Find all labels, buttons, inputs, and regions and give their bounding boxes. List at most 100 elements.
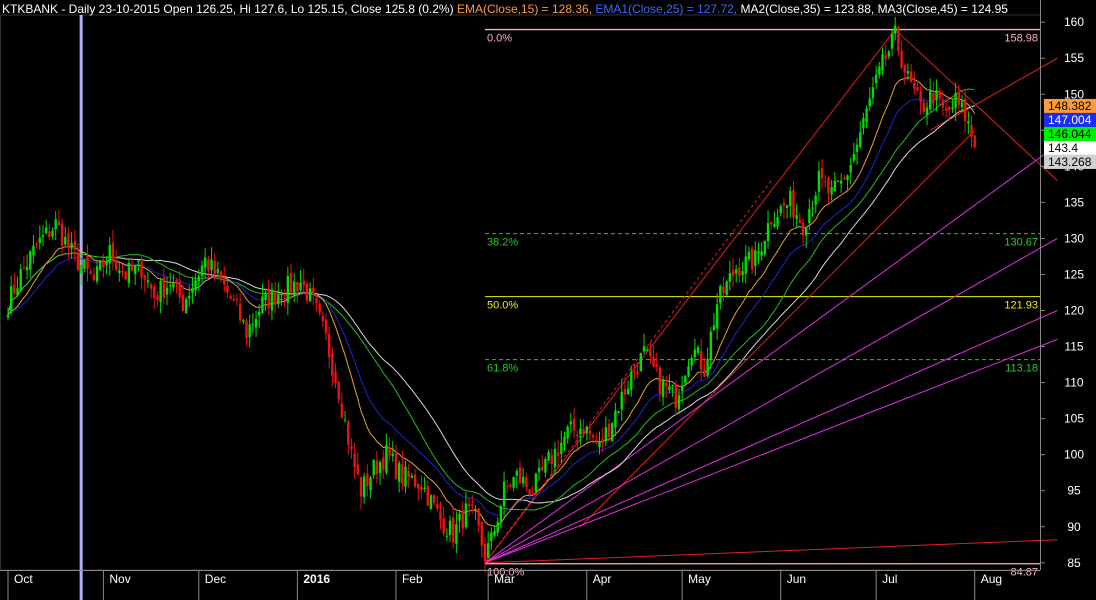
- candle-down: [181, 295, 185, 312]
- candle-up: [776, 217, 779, 227]
- y-tick-label: 130: [1064, 231, 1084, 245]
- candle-up: [630, 371, 633, 390]
- candle-down: [156, 295, 159, 301]
- candle-down: [289, 273, 293, 293]
- x-tick-label: Jun: [787, 572, 806, 586]
- candle-up: [502, 481, 506, 507]
- candle-up: [188, 295, 191, 299]
- candle-down: [541, 467, 544, 471]
- candle-down: [738, 267, 741, 277]
- candle-up: [397, 462, 401, 482]
- candle-down: [48, 231, 51, 238]
- candle-up: [894, 25, 897, 34]
- candle-up: [362, 476, 366, 497]
- candle-down: [439, 510, 442, 520]
- candle-up: [423, 488, 426, 490]
- candle-down: [531, 493, 534, 496]
- candle-up: [693, 349, 697, 357]
- candle-up: [709, 331, 712, 360]
- header-title: KTKBANK - Daily 23-10-2015 Open 126.25, …: [2, 2, 454, 16]
- candle-down: [938, 90, 941, 99]
- candle-up: [929, 91, 932, 110]
- candle-up: [490, 532, 493, 541]
- y-tick-label: 90: [1067, 520, 1081, 534]
- candle-down: [948, 106, 951, 111]
- candle-up: [566, 426, 569, 439]
- candle-up: [687, 366, 690, 376]
- candle-up: [277, 295, 280, 305]
- candle-up: [493, 530, 496, 536]
- x-tick-label: Oct: [14, 572, 33, 586]
- candle-up: [159, 280, 162, 303]
- candle-down: [528, 489, 531, 495]
- candle-down: [207, 259, 210, 271]
- candle-up: [299, 282, 302, 291]
- x-tick-label: Dec: [205, 572, 226, 586]
- candle-down: [442, 518, 445, 534]
- candle-down: [884, 55, 887, 60]
- header-ma35: MA2(Close,35) = 123.88,: [740, 2, 875, 16]
- candle-down: [655, 363, 658, 367]
- candle-up: [735, 269, 738, 274]
- candle-up: [620, 391, 623, 410]
- candle-up: [455, 524, 458, 544]
- candle-up: [833, 180, 836, 192]
- candle-down: [903, 65, 906, 73]
- fib-value-label: 158.98: [1004, 33, 1038, 45]
- candle-down: [480, 521, 484, 546]
- candle-down: [353, 453, 356, 467]
- candlestick-chart[interactable]: 0.0% 158.98 38.2% 130.67 50.0% 121.93 61.8% 113…: [0, 0, 1096, 600]
- fib-percent-label: 50.0%: [487, 300, 518, 312]
- candle-up: [41, 235, 45, 238]
- candle-down: [130, 265, 134, 271]
- candle-up: [108, 245, 111, 264]
- y-tick-label: 85: [1067, 556, 1081, 570]
- candle-up: [32, 245, 35, 256]
- candle-down: [461, 510, 464, 529]
- candle-up: [410, 475, 414, 478]
- candle-up: [598, 441, 601, 448]
- candle-up: [785, 205, 789, 208]
- candle-down: [518, 467, 522, 483]
- candle-down: [359, 477, 363, 497]
- candle-up: [719, 285, 722, 304]
- candle-up: [680, 386, 684, 392]
- candle-down: [226, 285, 229, 293]
- candle-up: [808, 208, 811, 224]
- candle-down: [792, 189, 795, 218]
- candle-down: [843, 177, 846, 180]
- price-label-text: 147.004: [1048, 113, 1092, 127]
- candle-up: [925, 107, 929, 116]
- candle-up: [25, 266, 29, 271]
- candle-down: [340, 403, 344, 418]
- candle-down: [337, 381, 340, 400]
- candle-down: [273, 292, 277, 305]
- candle-down: [665, 383, 668, 387]
- candle-down: [922, 102, 926, 112]
- candle-down: [909, 71, 913, 83]
- candle-up: [954, 92, 957, 109]
- candle-up: [878, 66, 881, 75]
- y-tick-label: 160: [1064, 15, 1084, 29]
- x-tick-label: Nov: [109, 572, 130, 586]
- candle-up: [372, 459, 375, 476]
- y-tick-label: 120: [1064, 304, 1084, 318]
- candle-up: [814, 195, 817, 205]
- candle-up: [127, 262, 131, 283]
- candle-down: [897, 27, 900, 51]
- candle-up: [184, 299, 188, 314]
- candle-down: [782, 203, 786, 206]
- candle-down: [426, 486, 429, 506]
- candle-down: [477, 508, 480, 526]
- candle-up: [391, 453, 394, 457]
- candle-up: [846, 175, 849, 181]
- candle-up: [804, 226, 808, 236]
- candle-up: [194, 280, 197, 291]
- header-ema25: EMA1(Close,25) = 127.72,: [595, 2, 738, 16]
- candle-up: [859, 132, 862, 148]
- candle-down: [305, 283, 309, 301]
- candle-up: [668, 386, 671, 391]
- candle-down: [366, 473, 369, 487]
- candle-up: [951, 107, 954, 109]
- candle-up: [661, 379, 665, 398]
